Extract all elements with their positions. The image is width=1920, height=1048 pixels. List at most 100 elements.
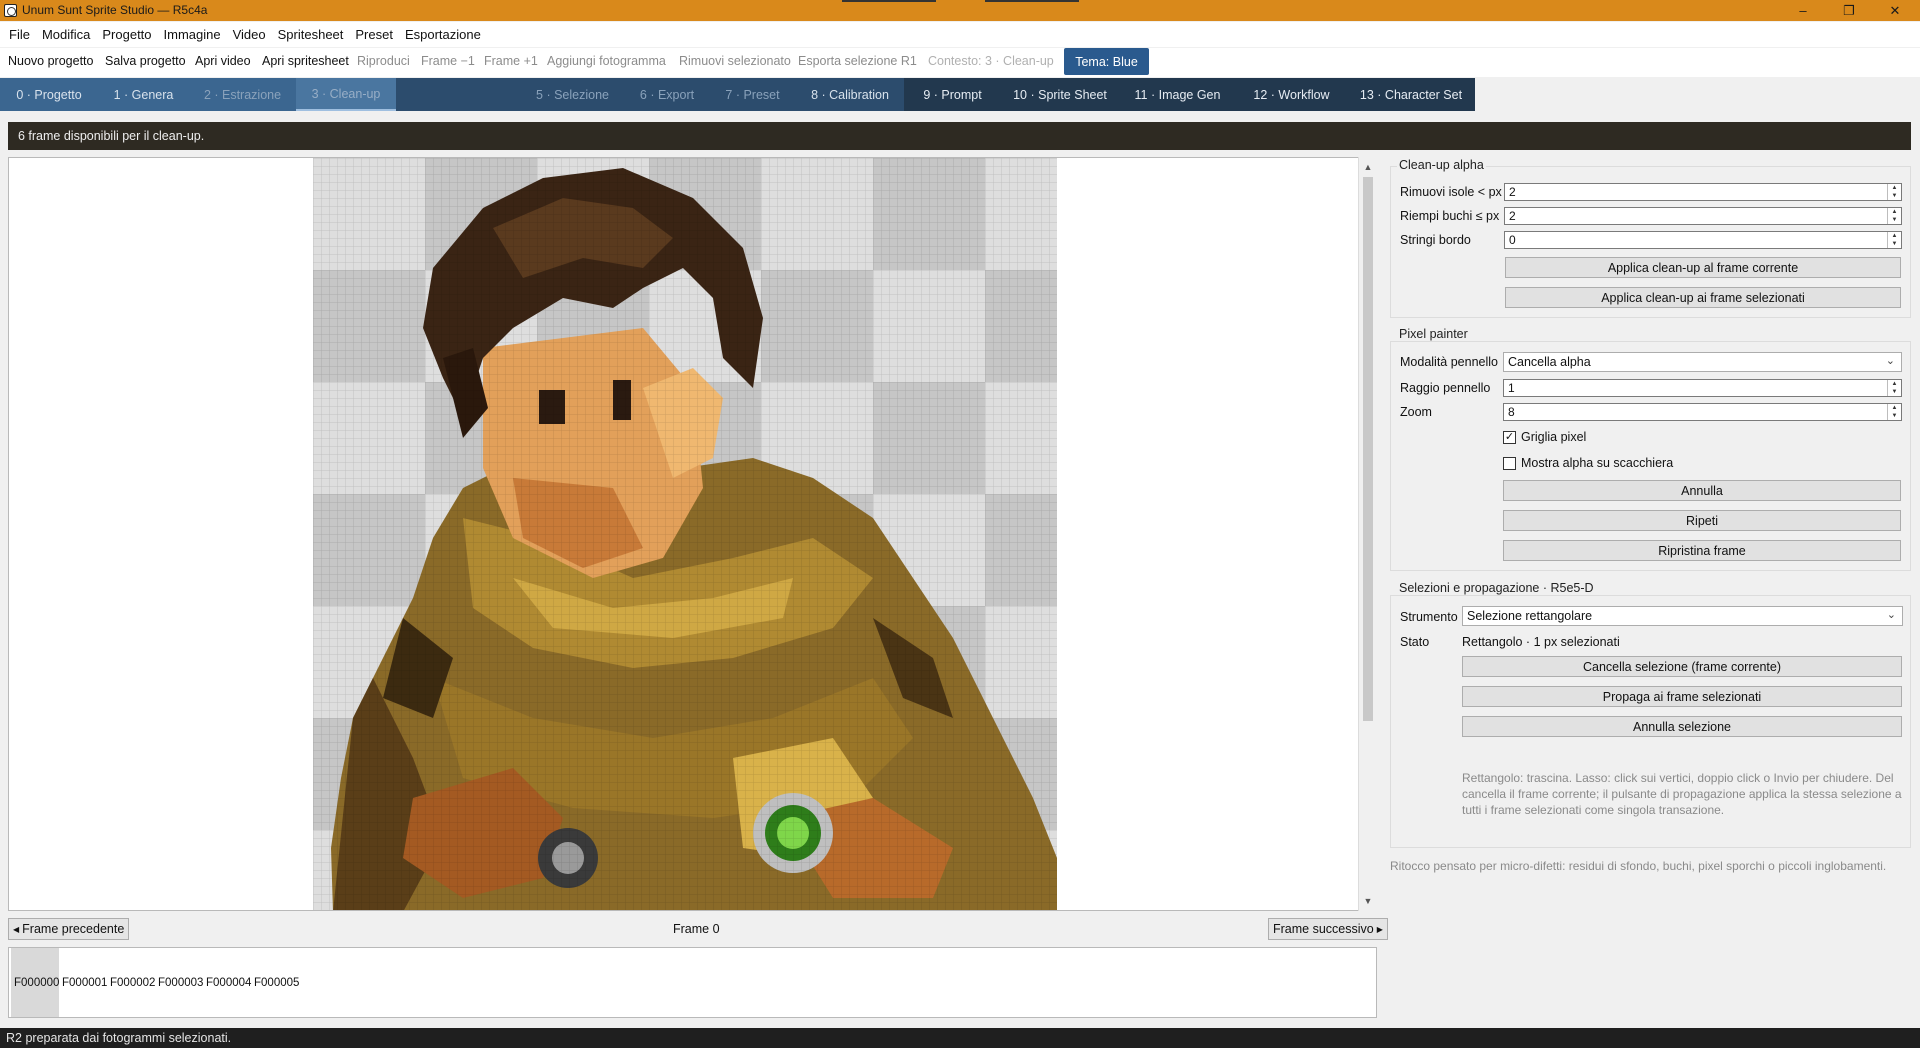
scroll-up-icon[interactable]: ▲ xyxy=(1359,159,1377,175)
brush-radius-label: Raggio pennello xyxy=(1400,381,1491,395)
triangle-right-icon: ▶ xyxy=(1376,924,1383,934)
prev-frame-label: Frame precedente xyxy=(22,922,125,936)
open-video-button[interactable]: Apri video xyxy=(195,54,251,68)
triangle-left-icon: ◀ xyxy=(13,924,20,934)
menu-progetto[interactable]: Progetto xyxy=(96,27,157,42)
theme-button[interactable]: Tema: Blue xyxy=(1064,48,1149,75)
frame-prev-button[interactable]: Frame −1 xyxy=(421,54,475,68)
scroll-down-icon[interactable]: ▼ xyxy=(1359,893,1377,909)
play-button[interactable]: Riproduci xyxy=(357,54,410,68)
tool-select[interactable]: Selezione rettangolare ⌄ xyxy=(1462,606,1903,626)
menu-video[interactable]: Video xyxy=(227,27,272,42)
shrink-input[interactable]: 0 ▲ ▼ xyxy=(1504,231,1902,249)
spin-arrows-icon[interactable]: ▲ ▼ xyxy=(1887,208,1901,224)
title-bar-accent xyxy=(985,0,1079,2)
zoom-input[interactable]: 8 ▲ ▼ xyxy=(1503,403,1902,421)
list-item[interactable]: F000002 xyxy=(107,948,155,1017)
spin-arrows-icon[interactable]: ▲ ▼ xyxy=(1887,232,1901,248)
show-alpha-checkbox[interactable]: Mostra alpha su scacchiera xyxy=(1503,456,1673,470)
frame-list[interactable]: F000000 F000001 F000002 F000003 F000004 … xyxy=(8,947,1377,1018)
undo-button[interactable]: Annulla xyxy=(1503,480,1901,501)
toolbar: Nuovo progetto Salva progetto Apri video… xyxy=(0,48,1920,77)
tab-workflow[interactable]: 12 · Workflow xyxy=(1236,78,1347,111)
menu-spritesheet[interactable]: Spritesheet xyxy=(272,27,350,42)
add-frame-button[interactable]: Aggiungi fotogramma xyxy=(547,54,666,68)
app-logo-icon xyxy=(4,4,17,17)
tab-export[interactable]: 6 · Export xyxy=(615,78,719,111)
islands-input[interactable]: 2 ▲ ▼ xyxy=(1504,183,1902,201)
chevron-down-icon: ⌄ xyxy=(1885,355,1895,367)
state-value: Rettangolo · 1 px selezionati xyxy=(1462,635,1620,649)
tab-image-gen[interactable]: 11 · Image Gen xyxy=(1119,78,1236,111)
close-button[interactable]: ✕ xyxy=(1872,0,1918,21)
info-banner: 6 frame disponibili per il clean-up. xyxy=(8,122,1911,150)
tab-selezione[interactable]: 5 · Selezione xyxy=(530,78,615,111)
frame-next-button[interactable]: Frame +1 xyxy=(484,54,538,68)
brush-mode-label: Modalità pennello xyxy=(1400,355,1498,369)
state-label: Stato xyxy=(1400,635,1430,649)
tab-hidden[interactable] xyxy=(396,78,530,111)
pixel-grid-checkbox[interactable]: ✓ Griglia pixel xyxy=(1503,430,1586,444)
prev-frame-button[interactable]: ◀ Frame precedente xyxy=(8,918,130,940)
apply-cleanup-current-button[interactable]: Applica clean-up al frame corrente xyxy=(1505,257,1901,278)
holes-value: 2 xyxy=(1509,209,1516,223)
tab-genera[interactable]: 1 · Genera xyxy=(98,78,189,111)
brush-mode-select[interactable]: Cancella alpha ⌄ xyxy=(1503,352,1902,372)
tab-character-set[interactable]: 13 · Character Set xyxy=(1347,78,1475,111)
redo-button[interactable]: Ripeti xyxy=(1503,510,1901,531)
spin-arrows-icon[interactable]: ▲ ▼ xyxy=(1887,404,1901,420)
list-item[interactable]: F000004 xyxy=(203,948,251,1017)
list-item[interactable]: F000003 xyxy=(155,948,203,1017)
pixel-canvas[interactable] xyxy=(8,157,1377,911)
export-selection-button[interactable]: Esporta selezione R1 xyxy=(798,54,917,68)
cleanup-group-title: Clean-up alpha xyxy=(1397,158,1486,172)
new-project-button[interactable]: Nuovo progetto xyxy=(8,54,93,68)
tab-calibration[interactable]: 8 · Calibration xyxy=(786,78,914,111)
propagate-button[interactable]: Propaga ai frame selezionati xyxy=(1462,686,1902,707)
apply-cleanup-selected-button[interactable]: Applica clean-up ai frame selezionati xyxy=(1505,287,1901,308)
scroll-thumb[interactable] xyxy=(1363,177,1373,721)
title-bar-accent xyxy=(842,0,936,2)
next-frame-button[interactable]: Frame successivo ▶ xyxy=(1268,918,1388,940)
spin-arrows-icon[interactable]: ▲ ▼ xyxy=(1887,380,1901,396)
tab-clean-up[interactable]: 3 · Clean-up xyxy=(296,78,396,111)
menu-preset[interactable]: Preset xyxy=(349,27,399,42)
remove-selected-button[interactable]: Rimuovi selezionato xyxy=(679,54,791,68)
menu-esportazione[interactable]: Esportazione xyxy=(399,27,487,42)
islands-label: Rimuovi isole < px xyxy=(1400,185,1502,199)
menu-immagine[interactable]: Immagine xyxy=(158,27,227,42)
restore-frame-button[interactable]: Ripristina frame xyxy=(1503,540,1901,561)
cancel-selection-button[interactable]: Annulla selezione xyxy=(1462,716,1902,737)
minimize-button[interactable]: – xyxy=(1780,0,1826,21)
canvas-scrollbar[interactable]: ▲ ▼ xyxy=(1358,157,1377,911)
maximize-button[interactable]: ❐ xyxy=(1826,0,1872,21)
save-project-button[interactable]: Salva progetto xyxy=(105,54,186,68)
menu-modifica[interactable]: Modifica xyxy=(36,27,96,42)
step-tabs: 0 · Progetto 1 · Genera 2 · Estrazione 3… xyxy=(0,78,1475,111)
tab-sprite-sheet[interactable]: 10 · Sprite Sheet xyxy=(1001,78,1119,111)
clear-selection-button[interactable]: Cancella selezione (frame corrente) xyxy=(1462,656,1902,677)
brush-radius-input[interactable]: 1 ▲ ▼ xyxy=(1503,379,1902,397)
context-label: Contesto: 3 · Clean-up xyxy=(928,54,1054,68)
next-frame-label: Frame successivo xyxy=(1273,922,1374,936)
tab-prompt[interactable]: 9 · Prompt xyxy=(904,78,1001,111)
tab-preset[interactable]: 7 · Preset xyxy=(719,78,786,111)
menu-file[interactable]: File xyxy=(3,27,36,42)
sprite-preview[interactable] xyxy=(313,158,1057,910)
spin-arrows-icon[interactable]: ▲ ▼ xyxy=(1887,184,1901,200)
list-item[interactable]: F000001 xyxy=(59,948,107,1017)
holes-input[interactable]: 2 ▲ ▼ xyxy=(1504,207,1902,225)
current-frame-label: Frame 0 xyxy=(673,922,720,936)
shrink-value: 0 xyxy=(1509,233,1516,247)
sprite-image xyxy=(313,158,1057,910)
selection-hint-line: tutti i frame selezionati come singola t… xyxy=(1462,803,1725,817)
open-spritesheet-button[interactable]: Apri spritesheet xyxy=(262,54,349,68)
tab-progetto[interactable]: 0 · Progetto xyxy=(0,78,98,111)
list-item[interactable]: F000000 xyxy=(11,948,59,1017)
brush-mode-value: Cancella alpha xyxy=(1508,355,1591,369)
tool-value: Selezione rettangolare xyxy=(1467,609,1593,623)
painter-group-title: Pixel painter xyxy=(1397,327,1470,341)
pixel-grid-label: Griglia pixel xyxy=(1521,430,1587,444)
list-item[interactable]: F000005 xyxy=(251,948,299,1017)
tab-estrazione[interactable]: 2 · Estrazione xyxy=(189,78,296,111)
